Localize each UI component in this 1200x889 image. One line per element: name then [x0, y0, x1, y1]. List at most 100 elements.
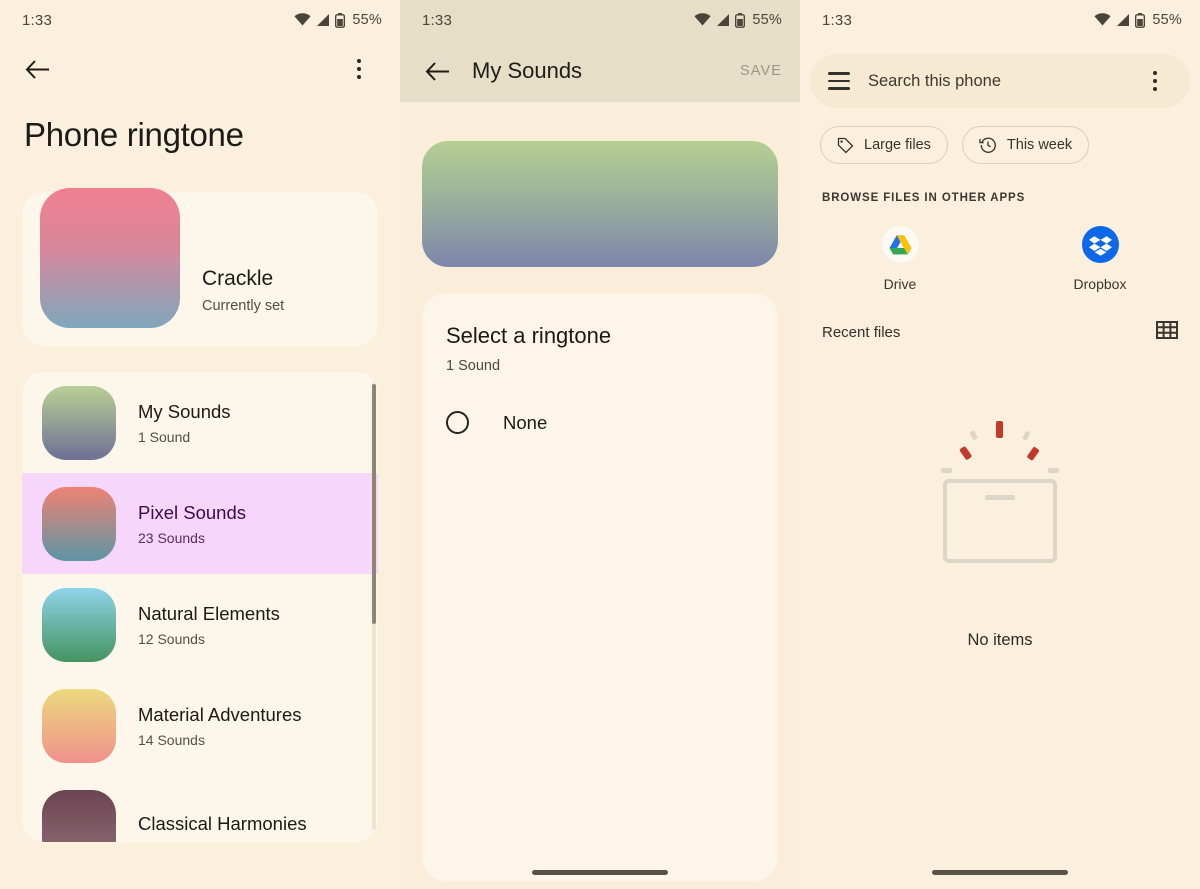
app-drive[interactable]: Drive — [800, 226, 1000, 292]
category-thumbnail — [42, 587, 116, 662]
grid-view-icon[interactable] — [1156, 320, 1178, 345]
overflow-menu-icon[interactable] — [338, 48, 380, 90]
category-count: 14 Sounds — [138, 731, 205, 748]
category-thumbnail — [42, 486, 116, 561]
wifi-icon — [1094, 13, 1111, 26]
chip-label: Large files — [864, 137, 931, 153]
files-picker-screen: 1:33 55% Large files This week — [800, 0, 1200, 889]
battery-percent: 55% — [1152, 12, 1182, 28]
chip-large-files[interactable]: Large files — [820, 126, 948, 164]
battery-percent: 55% — [752, 12, 782, 28]
panel2-title: My Sounds — [472, 58, 583, 83]
history-icon — [979, 137, 996, 153]
app-label: Dropbox — [1073, 276, 1127, 292]
list-item[interactable]: Material Adventures 14 Sounds — [22, 675, 378, 776]
chip-label: This week — [1006, 137, 1073, 153]
overflow-dots — [356, 58, 362, 80]
signal-icon — [1117, 14, 1130, 26]
status-bar: 1:33 55% — [800, 0, 1200, 40]
status-icons: 55% — [694, 12, 782, 28]
category-name: Natural Elements — [138, 602, 280, 624]
gesture-nav-bar[interactable] — [800, 870, 1200, 875]
sound-banner-image — [422, 141, 778, 267]
current-ringtone-thumbnail — [40, 188, 180, 328]
category-thumbnail — [42, 385, 116, 460]
category-thumbnail — [42, 789, 116, 842]
list-item[interactable]: Natural Elements 12 Sounds — [22, 574, 378, 675]
select-ringtone-title: Select a ringtone — [446, 323, 612, 348]
status-icons: 55% — [1094, 12, 1182, 28]
save-button[interactable]: SAVE — [740, 63, 800, 79]
browse-section-label: BROWSE FILES IN OTHER APPS — [822, 192, 1026, 204]
category-count: 23 Sounds — [138, 529, 205, 546]
overflow-menu-icon[interactable] — [1134, 60, 1176, 102]
signal-icon — [717, 14, 730, 26]
phone-ringtone-screen: 1:33 55% Phone ringtone Crackle Currentl… — [0, 0, 400, 889]
empty-state-text: No items — [967, 631, 1033, 649]
category-text: Pixel Sounds 23 Sounds — [138, 502, 246, 546]
category-text: Material Adventures 14 Sounds — [138, 704, 302, 748]
current-ringtone-name: Crackle — [202, 267, 274, 290]
empty-state: No items — [800, 345, 1200, 650]
signal-icon — [317, 14, 330, 26]
status-time: 1:33 — [422, 11, 452, 29]
status-time: 1:33 — [822, 11, 852, 29]
recent-files-header: Recent files — [800, 292, 1200, 345]
list-item[interactable]: My Sounds 1 Sound — [22, 372, 378, 473]
tag-icon — [837, 137, 854, 153]
wifi-icon — [694, 13, 711, 26]
current-ringtone-status: Currently set — [202, 298, 285, 314]
status-time: 1:33 — [22, 11, 52, 29]
back-arrow-icon[interactable] — [16, 48, 58, 90]
select-ringtone-card: Select a ringtone 1 Sound None — [422, 293, 778, 881]
battery-percent: 55% — [352, 12, 382, 28]
page-title: Phone ringtone — [24, 116, 244, 153]
current-ringtone-meta: Crackle Currently set — [180, 267, 284, 328]
ringtone-option-label: None — [503, 411, 548, 433]
app-dropbox[interactable]: Dropbox — [1000, 226, 1200, 292]
status-bar: 1:33 55% — [0, 0, 400, 40]
gesture-nav-bar[interactable] — [400, 870, 800, 875]
panel2-top-bar: My Sounds SAVE — [400, 40, 800, 102]
battery-icon — [735, 12, 746, 28]
search-input[interactable] — [868, 71, 1116, 91]
back-arrow-icon[interactable] — [416, 50, 458, 92]
chip-this-week[interactable]: This week — [961, 126, 1090, 164]
panel1-top-bar — [0, 40, 400, 98]
category-name: Material Adventures — [138, 703, 302, 725]
category-text: My Sounds 1 Sound — [138, 401, 231, 445]
ringtone-option-none[interactable]: None — [446, 411, 754, 434]
wifi-icon — [294, 13, 311, 26]
radio-button-icon[interactable] — [446, 411, 469, 434]
category-text: Natural Elements 12 Sounds — [138, 603, 280, 647]
battery-icon — [1135, 12, 1146, 28]
empty-box-icon — [941, 421, 1059, 563]
select-ringtone-count: 1 Sound — [446, 358, 501, 374]
search-bar[interactable] — [810, 54, 1190, 108]
category-name: My Sounds — [138, 400, 231, 422]
category-count: 12 Sounds — [138, 630, 205, 647]
app-label: Drive — [883, 276, 917, 292]
scrollbar-thumb[interactable] — [372, 384, 376, 624]
recent-files-label: Recent files — [822, 324, 901, 341]
category-text: Classical Harmonies — [138, 813, 307, 841]
category-name: Pixel Sounds — [138, 501, 246, 523]
hamburger-menu-icon[interactable] — [828, 72, 850, 90]
google-drive-icon — [881, 226, 919, 263]
filter-chip-row: Large files This week — [800, 108, 1200, 164]
category-name: Classical Harmonies — [138, 812, 307, 834]
screenshot-root: 1:33 55% Phone ringtone Crackle Currentl… — [0, 0, 1200, 889]
status-bar: 1:33 55% — [400, 0, 800, 40]
current-ringtone-card[interactable]: Crackle Currently set — [22, 188, 378, 346]
sound-category-list: My Sounds 1 Sound Pixel Sounds 23 Sounds… — [22, 372, 378, 842]
category-count: 1 Sound — [138, 428, 191, 445]
category-thumbnail — [42, 688, 116, 763]
status-icons: 55% — [294, 12, 382, 28]
battery-icon — [335, 12, 346, 28]
other-apps-row: Drive Dropbox — [800, 204, 1200, 292]
dropbox-icon — [1081, 226, 1119, 263]
overflow-dots — [1152, 70, 1158, 92]
my-sounds-screen: 1:33 55% My Sounds SAVE Select a rington… — [400, 0, 800, 889]
list-item[interactable]: Classical Harmonies — [22, 776, 378, 842]
list-item[interactable]: Pixel Sounds 23 Sounds — [22, 473, 378, 574]
